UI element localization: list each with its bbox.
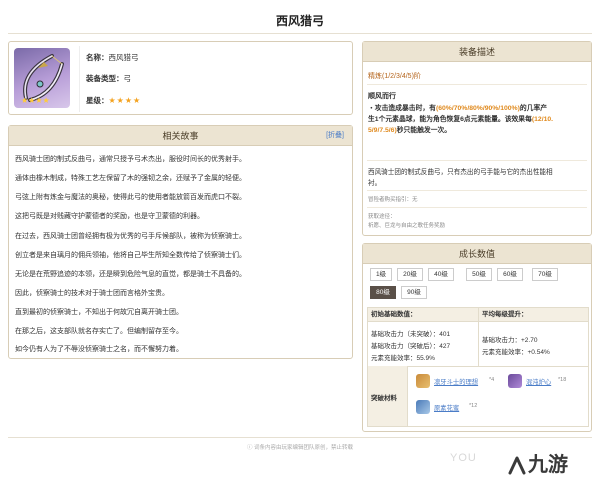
- story-line: 在那之后，这支部队就名存实亡了。但编制留存至今。: [15, 328, 183, 335]
- purchase-guide: 冒险者购买指引：无: [368, 197, 418, 203]
- story-line: 直到最初的侦察骑士，不知出于何故冗自离开骑士团。: [15, 309, 183, 316]
- level-tab-40[interactable]: 40级: [428, 268, 454, 281]
- story-line: 无论是在荒野追迹的本领，还是瞬到危险气息的直觉，都是骑士不具备的。: [15, 271, 246, 278]
- story-line: 在过去，西风骑士团曾经拥有极为优秀的弓手斥候部队，被称为侦察骑士。: [15, 233, 246, 240]
- title-divider: [8, 33, 592, 34]
- material-link[interactable]: 混沌炉心: [526, 377, 551, 386]
- material-count: *4: [489, 377, 495, 383]
- story-line: 如今仍有人为了不辱没侦察骑士之名，而不懈努力着。: [15, 346, 183, 353]
- materials-label: 突破材料: [371, 395, 397, 402]
- fold-link[interactable]: [折叠]: [326, 126, 344, 146]
- flavor-line-1: 西风骑士团的制式反曲弓，只有杰出的弓手能与它的杰出性能相: [368, 169, 553, 176]
- skill-line-2: 生1个元素晶球，能为角色恢复6点元素能量。该效果每(12/10.: [368, 116, 554, 123]
- story-panel: 相关故事 [折叠] 西风骑士团的制式反曲弓，通常只授予弓术杰出，服役时间长的优秀…: [8, 125, 353, 359]
- story-line: 创立者是来自璃月的佣兵领袖，他将自己毕生所知全数传给了侦察骑士们。: [15, 252, 246, 259]
- refine-divider: [367, 84, 587, 85]
- story-line: 通体由橡木制成，特殊工艺左保留了木的强韧之余，还赋予了金属的轻便。: [15, 175, 246, 182]
- rarity-label: 星级：: [86, 96, 109, 105]
- skill-line-3: 5/9/7.5/6)秒只能触发一次。: [368, 127, 452, 134]
- material-count: *12: [469, 403, 478, 409]
- type-value: 弓: [123, 74, 132, 83]
- story-line: 西风骑士团的制式反曲弓，通常只授予弓术杰出，服役时间长的优秀射手。: [15, 156, 246, 163]
- level-tab-90[interactable]: 90级: [401, 286, 427, 299]
- source-value: 祈愿、巨龙与自由之歌任务奖励: [368, 223, 446, 229]
- name-value: 西风猎弓: [108, 53, 139, 62]
- source-label: 获取途径：: [368, 214, 396, 220]
- story-line: 因此，侦察骑士的技术对于骑士团而言格外宝贵。: [15, 290, 169, 297]
- level-tab-60[interactable]: 60级: [497, 268, 523, 281]
- story-line: 这把弓既是对贱藏守护蒙德者的奖励，也是守卫蒙德的利器。: [15, 213, 204, 220]
- material-link[interactable]: 原素花蜜: [434, 403, 459, 412]
- base-atk-unbroken: 基础攻击力（未突破）：401: [371, 331, 451, 338]
- description-header: 装备描述: [363, 42, 591, 62]
- stats-header: 成长数值: [363, 244, 591, 264]
- skill-line-1: ・攻击造成暴击时，有(60%/70%/80%/90%/100%)的几率产: [368, 105, 548, 112]
- story-line: 弓弦上附有炼金与魔法的奥秘，使得此弓的使用者能放箭百发而虎口不裂。: [15, 194, 246, 201]
- level-tab-1[interactable]: 1级: [370, 268, 392, 281]
- material-icon[interactable]: [416, 400, 430, 414]
- story-header: 相关故事 [折叠]: [9, 126, 352, 146]
- type-row: 装备类型：弓: [86, 73, 131, 84]
- weapon-card: ★★★★ 名称：西风猎弓 装备类型：弓 星级：★★★★: [8, 41, 353, 115]
- material-link[interactable]: 凛牙斗士的理想: [434, 377, 478, 386]
- material-count: *18: [558, 377, 567, 383]
- flavor-divider-top: [367, 160, 587, 161]
- base-col-head: 初始基础数值：: [371, 311, 417, 318]
- source-divider: [367, 207, 587, 208]
- flavor-line-2: 衬。: [368, 180, 382, 187]
- type-label: 装备类型：: [86, 74, 124, 83]
- site-logo: 九游: [506, 448, 568, 477]
- weapon-portrait: ★★★★: [14, 48, 70, 108]
- name-row: 名称：西风猎弓: [86, 52, 139, 63]
- footer-divider: [8, 437, 592, 438]
- skill-name: 顺风而行: [368, 93, 396, 100]
- logo-icon: [508, 456, 526, 475]
- avg-atk: 基础攻击力：+2.70: [482, 337, 538, 344]
- level-tab-50[interactable]: 50级: [466, 268, 492, 281]
- base-atk-broken: 基础攻击力（突破后）：427: [371, 343, 451, 350]
- rarity-row: 星级：★★★★: [86, 95, 141, 106]
- name-label: 名称：: [86, 53, 109, 62]
- watermark: YOU: [450, 452, 477, 464]
- avg-col-head: 平均每级提升：: [482, 311, 528, 318]
- refine-level: 精炼(1/2/3/4/5)阶: [368, 73, 421, 80]
- avg-energy: 元素充能效率：+0.54%: [482, 349, 550, 356]
- material-icon[interactable]: [508, 374, 522, 388]
- stats-table: 初始基础数值： 平均每级提升： 基础攻击力（未突破）：401 基础攻击力（突破后…: [367, 307, 589, 427]
- rarity-stars: ★★★★: [108, 96, 142, 105]
- stats-panel: 成长数值 1级 20级 40级 50级 60级 70级 80级 90级 初始基础…: [362, 243, 592, 432]
- material-icon[interactable]: [416, 374, 430, 388]
- story-title: 相关故事: [162, 131, 199, 141]
- flavor-divider-bottom: [367, 190, 587, 191]
- info-icon: ⓘ: [246, 445, 254, 451]
- card-divider: [79, 46, 80, 112]
- col-divider: [478, 308, 479, 366]
- level-tab-70[interactable]: 70级: [532, 268, 558, 281]
- description-panel: 装备描述 精炼(1/2/3/4/5)阶 顺风而行 ・攻击造成暴击时，有(60%/…: [362, 41, 592, 236]
- portrait-stars: ★★★★: [21, 96, 50, 105]
- energy-recharge: 元素充能效率：55.9%: [371, 355, 435, 362]
- level-tab-20[interactable]: 20级: [397, 268, 423, 281]
- level-tab-80[interactable]: 80级: [370, 286, 396, 299]
- page-title: 西风猎弓: [275, 14, 324, 28]
